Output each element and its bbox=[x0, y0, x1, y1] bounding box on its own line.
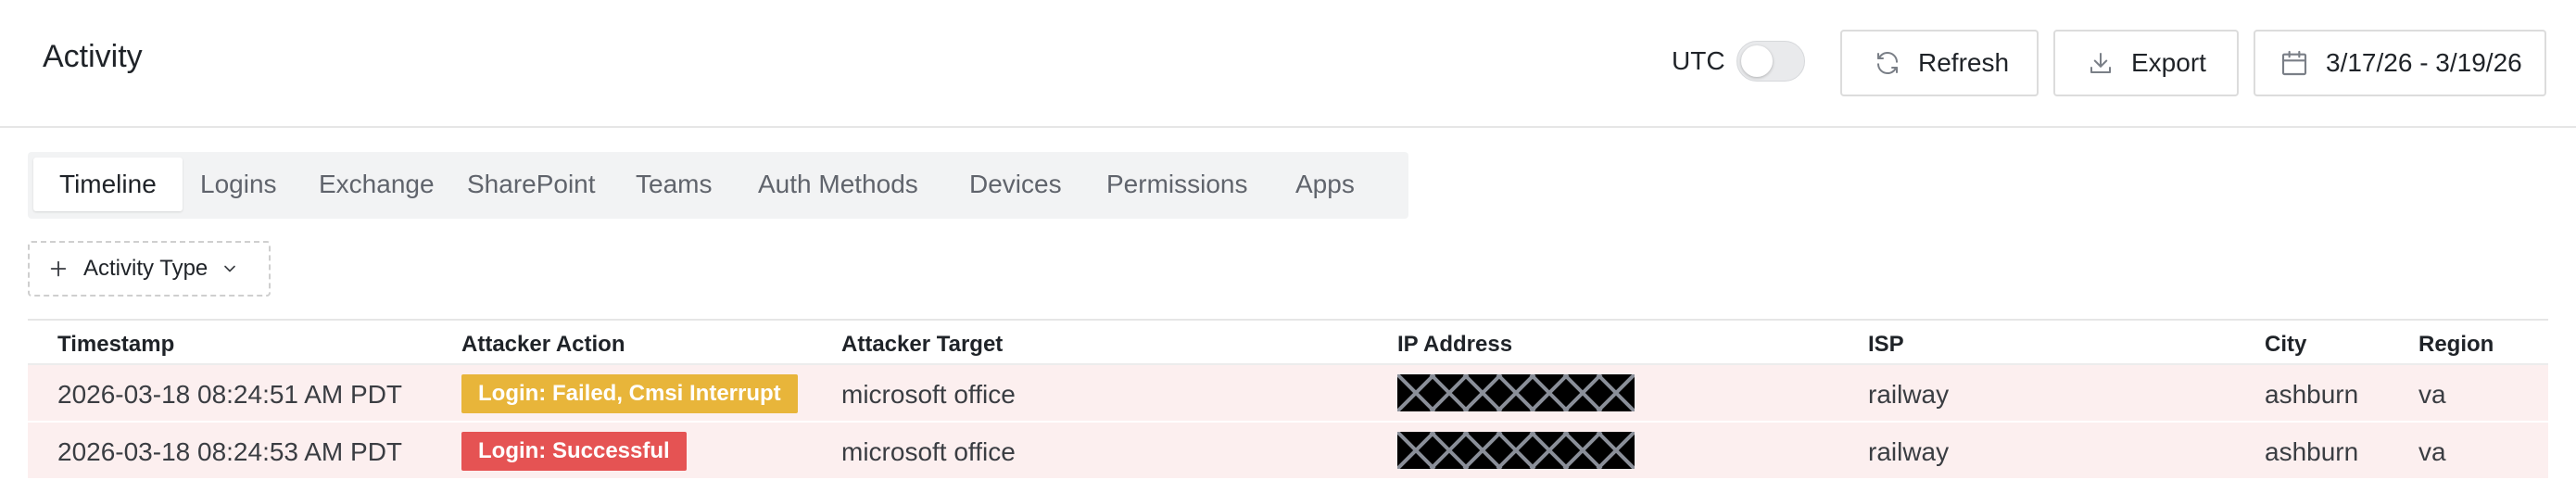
column-header-attacker-target: Attacker Target bbox=[841, 332, 1004, 357]
action-badge: Login: Successful bbox=[461, 432, 687, 471]
tab-devices[interactable]: Devices bbox=[943, 158, 1088, 211]
tab-teams[interactable]: Teams bbox=[610, 158, 738, 211]
column-header-region: Region bbox=[2418, 332, 2494, 357]
timestamp-cell: 2026-03-18 08:24:53 AM PDT bbox=[57, 437, 403, 466]
table-header: Timestamp Attacker Action Attacker Targe… bbox=[28, 319, 2548, 365]
export-button[interactable]: Export bbox=[2053, 30, 2239, 96]
tab-apps[interactable]: Apps bbox=[1269, 158, 1381, 211]
tab-permissions[interactable]: Permissions bbox=[1080, 158, 1273, 211]
redacted-ip-address bbox=[1397, 374, 1635, 411]
refresh-label: Refresh bbox=[1918, 48, 2010, 77]
table-row[interactable]: 2026-03-18 08:24:53 AM PDT Login: Succes… bbox=[28, 423, 2548, 480]
target-cell: microsoft office bbox=[841, 437, 1016, 466]
tab-timeline[interactable]: Timeline bbox=[33, 158, 183, 211]
activity-type-label: Activity Type bbox=[83, 256, 208, 281]
tab-sharepoint[interactable]: SharePoint bbox=[441, 158, 622, 211]
redacted-ip-address bbox=[1397, 432, 1635, 469]
tab-logins[interactable]: Logins bbox=[174, 158, 303, 211]
activity-table: Timestamp Attacker Action Attacker Targe… bbox=[28, 319, 2548, 480]
region-cell: va bbox=[2418, 437, 2446, 466]
utc-toggle[interactable] bbox=[1736, 41, 1805, 82]
action-badge: Login: Failed, Cmsi Interrupt bbox=[461, 374, 798, 413]
refresh-icon bbox=[1877, 51, 1898, 75]
table-row[interactable]: 2026-03-18 08:24:51 AM PDT Login: Failed… bbox=[28, 365, 2548, 423]
column-header-attacker-action: Attacker Action bbox=[461, 332, 625, 357]
isp-cell: railway bbox=[1868, 437, 1950, 466]
page-header: Activity UTC Refresh Export 3/17/26 - 3/… bbox=[0, 0, 2576, 128]
toggle-knob bbox=[1741, 45, 1773, 77]
timestamp-cell: 2026-03-18 08:24:51 AM PDT bbox=[57, 380, 403, 409]
column-header-timestamp: Timestamp bbox=[57, 332, 175, 357]
chevron-down-icon bbox=[224, 265, 236, 272]
city-cell: ashburn bbox=[2265, 380, 2359, 409]
date-range-button[interactable]: 3/17/26 - 3/19/26 bbox=[2254, 30, 2546, 96]
export-label: Export bbox=[2131, 48, 2206, 77]
utc-label: UTC bbox=[1672, 46, 1725, 75]
calendar-icon bbox=[2281, 50, 2307, 76]
activity-tabs: Timeline Logins Exchange SharePoint Team… bbox=[28, 152, 1408, 219]
column-header-ip-address: IP Address bbox=[1397, 332, 1513, 357]
activity-type-filter-button[interactable]: Activity Type bbox=[28, 241, 271, 297]
isp-cell: railway bbox=[1868, 380, 1950, 409]
refresh-button[interactable]: Refresh bbox=[1840, 30, 2039, 96]
download-icon bbox=[2090, 53, 2111, 73]
city-cell: ashburn bbox=[2265, 437, 2359, 466]
date-range-label: 3/17/26 - 3/19/26 bbox=[2326, 48, 2522, 77]
column-header-city: City bbox=[2265, 332, 2307, 357]
region-cell: va bbox=[2418, 380, 2446, 409]
plus-icon bbox=[50, 260, 67, 277]
tab-auth-methods[interactable]: Auth Methods bbox=[732, 158, 944, 211]
tab-exchange[interactable]: Exchange bbox=[293, 158, 461, 211]
page-title: Activity bbox=[43, 39, 143, 74]
column-header-isp: ISP bbox=[1868, 332, 1904, 357]
target-cell: microsoft office bbox=[841, 380, 1016, 409]
